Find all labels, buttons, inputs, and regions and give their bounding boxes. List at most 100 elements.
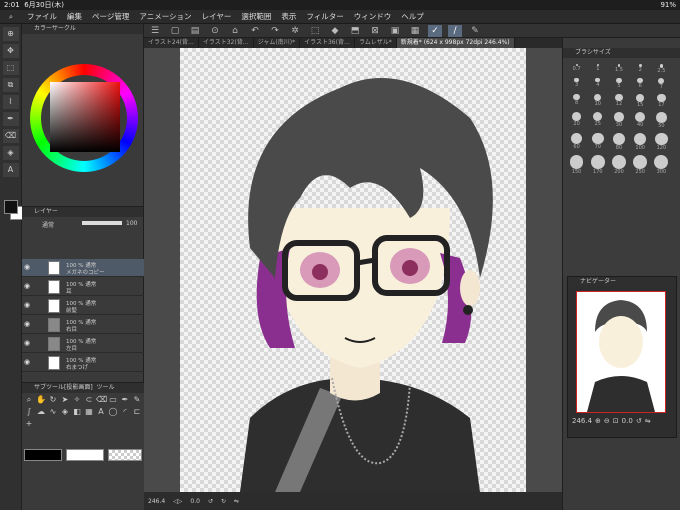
rotate-icon[interactable]: ↻ <box>48 395 58 405</box>
brush-size-option[interactable]: 120 <box>652 132 671 151</box>
stabilizer-icon[interactable]: ✓ <box>428 24 442 37</box>
bucket-icon[interactable]: ◈ <box>60 407 70 417</box>
blend-mode-select[interactable]: 通常 <box>42 220 54 229</box>
visibility-eye-icon[interactable]: ◉ <box>24 282 32 290</box>
brush-size-option[interactable]: 150 <box>567 155 586 175</box>
tab-canvas-2[interactable]: イラスト32(背… <box>199 38 254 48</box>
brush-size-option[interactable]: 8 <box>567 93 586 108</box>
lasso-icon[interactable]: ⊂ <box>84 395 94 405</box>
zoom-slider-icon[interactable]: ◁▷ <box>173 498 182 505</box>
transparent-color-chip[interactable] <box>108 449 142 461</box>
opacity-value[interactable]: 100 <box>126 220 137 227</box>
menu-help[interactable]: ヘルプ <box>396 11 429 22</box>
brush-size-option[interactable]: 7 <box>652 77 671 90</box>
layer-row[interactable]: ◉ 100 % 通常 耳 <box>22 278 144 296</box>
tab-canvas-4[interactable]: イラスト36(背… <box>300 38 355 48</box>
pen-icon[interactable]: ✒ <box>120 395 130 405</box>
transform-icon[interactable]: ⬒ <box>348 25 362 37</box>
tab-canvas-active[interactable]: 新規着* (624 x 998px 72dpi 246.4%) <box>396 38 515 48</box>
layer-row[interactable]: ◉ 100 % 通常 左目 <box>22 335 144 353</box>
invert-icon[interactable]: ▣ <box>388 25 402 37</box>
opacity-slider[interactable] <box>82 221 122 225</box>
brush-size-option[interactable]: 250 <box>631 155 650 175</box>
wand-icon[interactable]: ✧ <box>72 395 82 405</box>
brush-size-option[interactable]: 300 <box>652 155 671 175</box>
main-color-chip[interactable] <box>24 449 62 461</box>
brush-icon[interactable]: ∫ <box>24 407 34 417</box>
brush-size-option[interactable]: 10 <box>588 93 607 108</box>
menu-file[interactable]: ファイル <box>22 11 62 22</box>
save-icon[interactable]: ⊙ <box>208 25 222 37</box>
deselect-icon[interactable]: ✲ <box>288 25 302 37</box>
zoom-tool-icon[interactable]: ⊕ <box>2 27 19 41</box>
saturation-value-square[interactable] <box>50 82 120 152</box>
selection-icon[interactable]: ⬚ <box>308 25 322 37</box>
visibility-eye-icon[interactable]: ◉ <box>24 263 32 271</box>
canvas-area[interactable] <box>144 48 562 492</box>
brush-size-option[interactable]: 15 <box>631 93 650 108</box>
new-file-icon[interactable]: ▢ <box>168 25 182 37</box>
brush-size-option[interactable]: 12 <box>609 93 628 108</box>
menu-page[interactable]: ページ管理 <box>87 11 134 22</box>
fill-tool-icon[interactable]: ◈ <box>2 146 19 160</box>
menu-animation[interactable]: アニメーション <box>134 11 196 22</box>
canvas-paper[interactable] <box>180 48 526 492</box>
brush-size-option[interactable]: 25 <box>588 112 607 129</box>
undo-icon[interactable]: ↶ <box>248 25 262 37</box>
eyedropper-icon[interactable]: ⌇ <box>2 95 19 109</box>
brush-size-option[interactable]: 4 <box>588 77 607 90</box>
select-tool-icon[interactable]: ⬚ <box>2 61 19 75</box>
zoom-readout[interactable]: 246.4 <box>148 498 165 505</box>
ruler-icon[interactable]: ◜ <box>120 407 130 417</box>
brush-size-option[interactable]: 20 <box>567 112 586 129</box>
navigator-thumbnail[interactable] <box>576 291 666 413</box>
border-icon[interactable]: ▦ <box>408 25 422 37</box>
brush-size-option[interactable]: 50 <box>652 112 671 129</box>
eraser-tool-icon[interactable]: ⌫ <box>2 129 19 143</box>
layer-row[interactable]: ◉ 100 % 通常 メガネのコピー <box>22 259 144 277</box>
rotate-right-icon[interactable]: ↻ <box>221 498 226 505</box>
hamburger-icon[interactable]: ☰ <box>148 25 162 37</box>
visibility-eye-icon[interactable]: ◉ <box>24 320 32 328</box>
menu-selection[interactable]: 選択範囲 <box>236 11 276 22</box>
brush-size-option[interactable]: 40 <box>631 112 650 129</box>
clear-icon[interactable]: ⌂ <box>228 25 242 37</box>
zoom-in-icon[interactable]: ⊕ <box>595 417 601 437</box>
brush-size-option[interactable]: 1 <box>588 64 607 74</box>
brush-size-option[interactable]: 100 <box>631 132 650 152</box>
rotate-reset-icon[interactable]: ↺ <box>636 417 642 437</box>
tab-canvas-3[interactable]: ジャム(南川)* <box>254 38 301 48</box>
menu-view[interactable]: 表示 <box>276 11 301 22</box>
layer-move-icon[interactable]: ⧉ <box>2 78 19 92</box>
brush-size-option[interactable]: 1.5 <box>609 64 628 74</box>
nav-zoom-readout[interactable]: 246.4 <box>572 417 592 437</box>
pen-tool-icon[interactable]: ✒ <box>2 112 19 126</box>
brush-size-option[interactable]: 17 <box>652 93 671 108</box>
brush-size-option[interactable]: 5 <box>609 77 628 90</box>
menu-filter[interactable]: フィルター <box>301 11 348 22</box>
shape-icon[interactable]: ⊏ <box>132 407 142 417</box>
sub-color-chip[interactable] <box>66 449 104 461</box>
brush-size-option[interactable]: 200 <box>609 155 628 175</box>
brush-icon[interactable]: ✎ <box>468 25 482 37</box>
zoom-out-icon[interactable]: ⊖ <box>604 417 610 437</box>
pen-pressure-icon[interactable]: ∕ <box>448 24 462 37</box>
cursor-icon[interactable]: ➤ <box>60 395 70 405</box>
crop-icon[interactable]: ⊠ <box>368 25 382 37</box>
blend-icon[interactable]: ∿ <box>48 407 58 417</box>
menu-layer[interactable]: レイヤー <box>197 11 237 22</box>
grid-icon[interactable]: ▦ <box>84 407 94 417</box>
brush-size-option[interactable]: 170 <box>588 155 607 175</box>
open-icon[interactable]: ▤ <box>188 25 202 37</box>
tool-tab[interactable]: ツール <box>97 384 115 391</box>
visibility-eye-icon[interactable]: ◉ <box>24 358 32 366</box>
layer-row[interactable]: ◉ 100 % 通常 前髪 <box>22 297 144 315</box>
zoom-icon[interactable]: ⌕ <box>24 395 34 405</box>
menu-window[interactable]: ウィンドウ <box>349 11 397 22</box>
layer-row[interactable]: ◉ 100 % 通常 右まつげ <box>22 354 144 372</box>
rotate-left-icon[interactable]: ↺ <box>208 498 213 505</box>
brush-size-option[interactable]: 6 <box>631 77 650 90</box>
app-logo-icon[interactable]: ⌕ <box>0 12 22 22</box>
tab-canvas-1[interactable]: イラスト24(背… <box>144 38 199 48</box>
flip-icon[interactable]: ⇋ <box>234 498 239 505</box>
